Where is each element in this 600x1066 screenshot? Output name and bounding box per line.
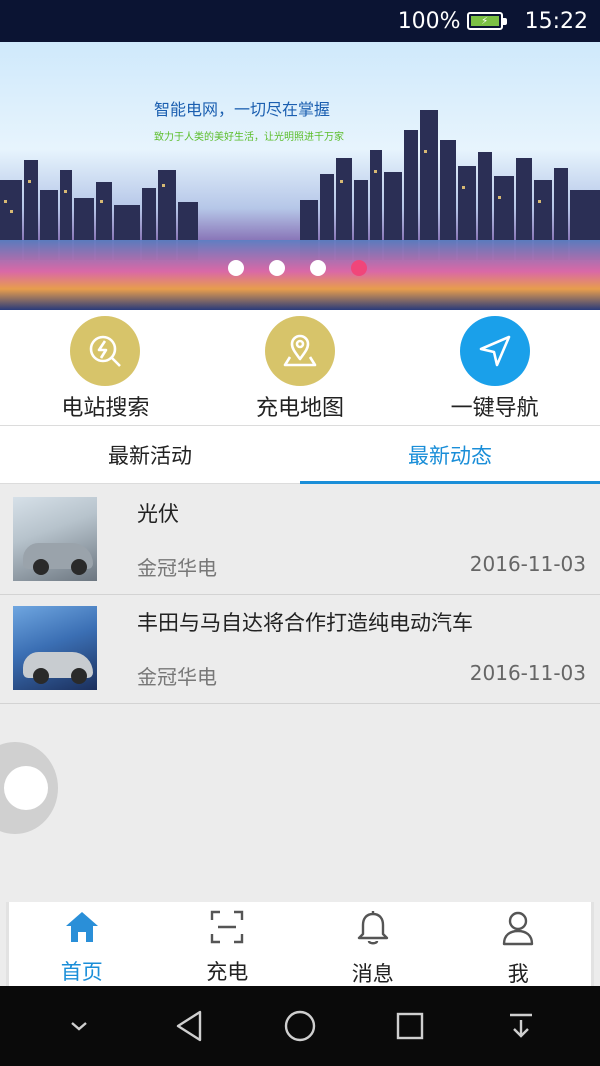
floating-button-core — [4, 766, 48, 810]
hide-nav-button[interactable] — [49, 996, 109, 1056]
car-wheel — [71, 668, 87, 684]
banner-title: 智能电网，一切尽在掌握 — [154, 100, 331, 119]
map-pin-icon — [264, 316, 335, 386]
one-click-navigation-label: 一键导航 — [450, 396, 539, 421]
system-navigation-bar — [0, 986, 600, 1066]
station-search-label: 电站搜索 — [61, 396, 150, 421]
notification-pull-button[interactable] — [491, 996, 551, 1056]
banner-carousel[interactable]: 智能电网，一切尽在掌握 致力于人类的美好生活，让光明照进千万家 — [0, 42, 600, 310]
list-item[interactable]: 丰田与马自达将合作打造纯电动汽车 金冠华电 2016-11-03 — [0, 595, 600, 704]
quick-actions: 电站搜索 充电地图 一键导航 — [0, 310, 600, 426]
battery-percent: 100% — [397, 8, 461, 34]
bottom-nav: 首页 充电 消息 我 — [6, 902, 594, 986]
nav-item-messages[interactable]: 消息 — [300, 902, 446, 986]
car-wheel — [33, 668, 49, 684]
news-date: 2016-11-03 — [469, 552, 586, 576]
news-date: 2016-11-03 — [469, 661, 586, 685]
tab-latest-activities[interactable]: 最新活动 — [0, 426, 300, 483]
news-source: 金冠华电 — [137, 665, 217, 689]
home-button[interactable] — [270, 996, 330, 1056]
battery-fill: ⚡ — [470, 16, 499, 27]
news-thumbnail — [13, 606, 97, 690]
nav-label-home: 首页 — [60, 960, 103, 984]
carousel-dot-active[interactable] — [351, 260, 367, 276]
tab-latest-news[interactable]: 最新动态 — [300, 426, 600, 484]
one-click-navigation-button[interactable]: 一键导航 — [405, 310, 585, 425]
nav-item-home[interactable]: 首页 — [9, 902, 155, 986]
news-list: 光伏 金冠华电 2016-11-03 丰田与马自达将合作打造纯电动汽车 金冠华电… — [0, 486, 600, 704]
car-wheel — [71, 559, 87, 575]
list-item[interactable]: 光伏 金冠华电 2016-11-03 — [0, 486, 600, 595]
chevron-down-icon — [71, 1022, 87, 1031]
scan-icon — [208, 910, 246, 944]
recents-button[interactable] — [380, 996, 440, 1056]
navigation-arrow-icon — [459, 316, 530, 386]
carousel-dot[interactable] — [310, 260, 326, 276]
home-icon — [63, 910, 101, 944]
station-search-button[interactable]: 电站搜索 — [15, 310, 195, 425]
back-button[interactable] — [160, 996, 220, 1056]
home-circle-icon — [284, 1010, 316, 1042]
pull-down-icon — [509, 1013, 532, 1038]
battery-icon: ⚡ — [466, 12, 507, 30]
back-triangle-icon — [176, 1010, 201, 1042]
news-tabs: 最新活动 最新动态 — [0, 426, 600, 484]
user-icon — [499, 910, 537, 946]
carousel-dot[interactable] — [228, 260, 244, 276]
bell-icon — [354, 910, 392, 946]
news-thumbnail — [13, 497, 97, 581]
status-time: 15:22 — [524, 8, 588, 34]
floating-assistive-button[interactable] — [0, 742, 58, 834]
news-title: 光伏 — [137, 502, 179, 526]
nav-item-charge[interactable]: 充电 — [155, 902, 301, 986]
recents-square-icon — [397, 1012, 424, 1040]
nav-item-me[interactable]: 我 — [446, 902, 592, 986]
charge-map-label: 充电地图 — [255, 396, 344, 421]
status-bar: 100% ⚡ 15:22 — [0, 0, 600, 42]
nav-label-charge: 充电 — [206, 960, 249, 984]
charge-map-button[interactable]: 充电地图 — [210, 310, 390, 425]
carousel-dot[interactable] — [269, 260, 285, 276]
news-title: 丰田与马自达将合作打造纯电动汽车 — [137, 611, 473, 635]
search-bolt-icon — [70, 316, 141, 386]
car-wheel — [33, 559, 49, 575]
news-source: 金冠华电 — [137, 556, 217, 580]
banner-subtitle: 致力于人类的美好生活，让光明照进千万家 — [154, 132, 344, 143]
carousel-indicator — [228, 260, 367, 276]
nav-label-messages: 消息 — [351, 962, 394, 986]
nav-label-me: 我 — [507, 962, 529, 986]
